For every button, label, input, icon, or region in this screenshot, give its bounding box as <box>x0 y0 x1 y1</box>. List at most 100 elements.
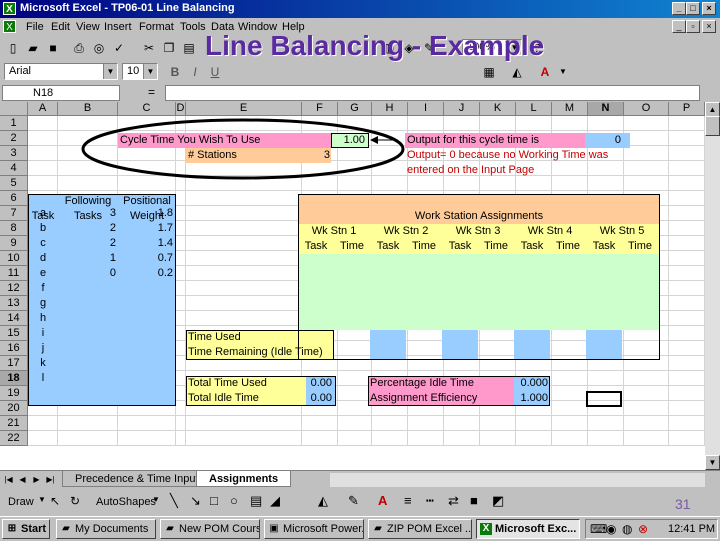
clock[interactable]: 12:41 PM <box>668 523 715 535</box>
taskbar-powerpoint[interactable]: ▣ Microsoft Power... <box>264 519 364 539</box>
menu-tools[interactable]: Tools <box>180 21 206 33</box>
3d-icon[interactable]: ◩ <box>492 493 504 509</box>
draw-menu[interactable]: Draw <box>8 496 34 508</box>
vertical-scrollbar[interactable]: ▲ ▼ <box>705 102 720 470</box>
fill-color-icon[interactable]: ◭ <box>508 63 526 81</box>
underline-icon[interactable]: U <box>206 63 224 81</box>
formula-input[interactable] <box>165 85 700 101</box>
row-header-6[interactable]: 6 <box>0 191 28 206</box>
line-style-icon[interactable]: ≡ <box>404 493 412 508</box>
column-header-o[interactable]: O <box>624 102 669 116</box>
column-header-m[interactable]: M <box>552 102 588 116</box>
name-box[interactable]: N18 <box>2 85 120 101</box>
fill-color-icon[interactable]: ◭ <box>318 493 328 509</box>
column-header-i[interactable]: I <box>408 102 444 116</box>
row-header-7[interactable]: 7 <box>0 206 28 221</box>
font-color-icon[interactable]: A <box>378 493 387 508</box>
column-header-f[interactable]: F <box>302 102 338 116</box>
menu-format[interactable]: Format <box>139 21 174 33</box>
column-header-g[interactable]: G <box>338 102 372 116</box>
start-button[interactable]: ⊞ Start <box>2 519 50 539</box>
open-icon[interactable]: ▰ <box>24 39 42 57</box>
antivirus-icon[interactable]: ⊗ <box>638 522 648 536</box>
row-header-4[interactable]: 4 <box>0 161 28 176</box>
taskbar-new-pom-course[interactable]: ▰ New POM Course <box>160 519 260 539</box>
taskbar-zip-pom-excel[interactable]: ▰ ZIP POM Excel ... <box>368 519 472 539</box>
textbox-icon[interactable]: ▤ <box>250 493 262 509</box>
prev-sheet-icon[interactable]: ◀ <box>16 473 29 486</box>
minimize-button[interactable]: _ <box>672 2 686 15</box>
new-icon[interactable]: ▯ <box>4 39 22 57</box>
row-header-12[interactable]: 12 <box>0 281 28 296</box>
menu-file[interactable]: File <box>26 21 44 33</box>
arrow-style-icon[interactable]: ⇄ <box>448 493 459 509</box>
row-header-2[interactable]: 2 <box>0 131 28 146</box>
column-header-k[interactable]: K <box>480 102 516 116</box>
chevron-down-icon[interactable]: ▼ <box>38 495 46 504</box>
next-sheet-icon[interactable]: ▶ <box>30 473 43 486</box>
row-header-18[interactable]: 18 <box>0 371 28 386</box>
row-header-14[interactable]: 14 <box>0 311 28 326</box>
font-color-icon[interactable]: A <box>536 63 554 81</box>
workbook-icon[interactable]: X <box>3 20 16 33</box>
menu-edit[interactable]: Edit <box>51 21 70 33</box>
menu-view[interactable]: View <box>76 21 100 33</box>
row-header-5[interactable]: 5 <box>0 176 28 191</box>
taskbar-excel[interactable]: X Microsoft Exc... <box>476 519 580 539</box>
column-header-l[interactable]: L <box>516 102 552 116</box>
tab-assignments[interactable]: Assignments <box>196 471 292 487</box>
line-icon[interactable]: ╲ <box>170 493 178 509</box>
first-sheet-icon[interactable]: |◀ <box>2 473 15 486</box>
column-header-a[interactable]: A <box>28 102 58 116</box>
free-rotate-icon[interactable]: ↻ <box>70 494 80 508</box>
scroll-thumb[interactable] <box>705 116 720 136</box>
column-header-n[interactable]: N <box>588 102 624 116</box>
row-header-15[interactable]: 15 <box>0 326 28 341</box>
print-icon[interactable]: ⎙ <box>70 39 88 57</box>
autoshapes-menu[interactable]: AutoShapes <box>96 496 156 508</box>
row-header-11[interactable]: 11 <box>0 266 28 281</box>
row-header-3[interactable]: 3 <box>0 146 28 161</box>
network-icon[interactable]: ⌨ <box>590 522 607 536</box>
oval-icon[interactable]: ○ <box>230 493 238 508</box>
row-header-13[interactable]: 13 <box>0 296 28 311</box>
column-header-c[interactable]: C <box>118 102 176 116</box>
taskbar-my-documents[interactable]: ▰ My Documents <box>56 519 156 539</box>
doc-close-button[interactable]: × <box>702 20 716 33</box>
doc-restore-button[interactable]: ▫ <box>686 20 700 33</box>
select-objects-icon[interactable]: ↖ <box>50 494 60 508</box>
paste-icon[interactable]: ▤ <box>180 39 198 57</box>
row-header-16[interactable]: 16 <box>0 341 28 356</box>
row-header-8[interactable]: 8 <box>0 221 28 236</box>
row-header-20[interactable]: 20 <box>0 401 28 416</box>
row-header-9[interactable]: 9 <box>0 236 28 251</box>
doc-minimize-button[interactable]: _ <box>672 20 686 33</box>
row-header-19[interactable]: 19 <box>0 386 28 401</box>
italic-icon[interactable]: I <box>186 63 204 81</box>
row-header-10[interactable]: 10 <box>0 251 28 266</box>
last-sheet-icon[interactable]: ▶| <box>44 473 57 486</box>
tab-precedence[interactable]: Precedence & Time Input <box>62 471 212 487</box>
font-name-select[interactable]: Arial ▼ <box>4 63 118 80</box>
column-header-p[interactable]: P <box>669 102 705 116</box>
cut-icon[interactable]: ✂ <box>140 39 158 57</box>
select-all-corner[interactable] <box>0 102 28 116</box>
menu-insert[interactable]: Insert <box>104 21 132 33</box>
scroll-down-icon[interactable]: ▼ <box>705 455 720 470</box>
preview-icon[interactable]: ◎ <box>90 39 108 57</box>
font-size-select[interactable]: 10 ▼ <box>122 63 158 80</box>
speaker-icon[interactable]: ◉ <box>606 522 616 536</box>
border-icon[interactable]: ▦ <box>480 63 498 81</box>
maximize-button[interactable]: □ <box>686 2 700 15</box>
save-icon[interactable]: ■ <box>44 39 62 57</box>
column-header-h[interactable]: H <box>372 102 408 116</box>
chevron-down-icon[interactable]: ▼ <box>554 63 572 81</box>
wordart-icon[interactable]: ◢ <box>270 493 280 509</box>
row-header-1[interactable]: 1 <box>0 116 28 131</box>
close-button[interactable]: × <box>702 2 716 15</box>
column-header-b[interactable]: B <box>58 102 118 116</box>
horizontal-scrollbar[interactable] <box>330 473 705 487</box>
line-color-icon[interactable]: ✎ <box>348 493 359 509</box>
column-header-d[interactable]: D <box>176 102 186 116</box>
formula-equals[interactable]: = <box>148 85 155 99</box>
